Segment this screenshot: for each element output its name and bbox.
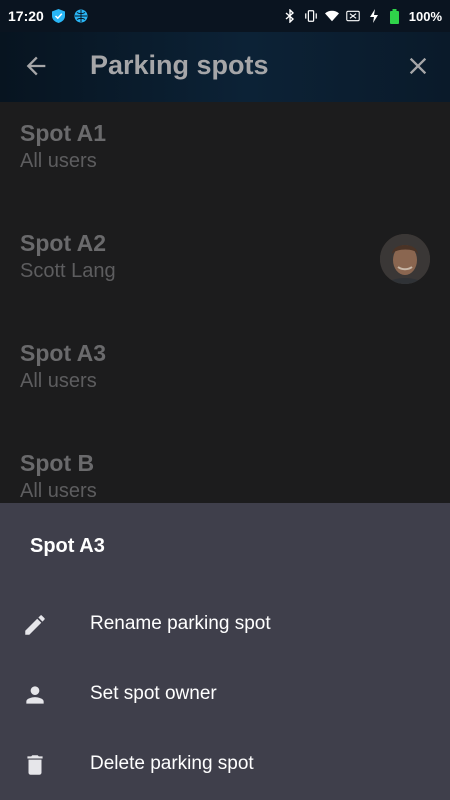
spot-list-item[interactable]: Spot A3 All users <box>0 322 450 432</box>
action-label: Delete parking spot <box>90 753 254 774</box>
action-label: Rename parking spot <box>90 613 271 634</box>
spot-list-item[interactable]: Spot A2 Scott Lang <box>0 212 450 322</box>
spot-owner: All users <box>20 150 97 172</box>
sim-icon <box>345 9 360 23</box>
owner-avatar <box>380 234 430 284</box>
spot-name: Spot A1 <box>20 120 107 146</box>
set-owner-action[interactable]: Set spot owner <box>0 660 450 730</box>
spot-owner: Scott Lang <box>20 260 116 282</box>
spot-name: Spot B <box>20 450 95 476</box>
spot-list-item[interactable]: Spot B All users <box>0 432 450 502</box>
status-time: 17:20 <box>8 8 44 24</box>
charging-icon <box>367 9 381 23</box>
close-icon[interactable] <box>404 52 432 80</box>
vpn-icon <box>74 9 88 23</box>
wifi-icon <box>324 9 339 23</box>
page-title: Parking spots <box>90 50 269 80</box>
spot-list: Spot A1 All users Spot A2 Scott Lang Spo… <box>0 102 450 502</box>
trash-icon <box>22 752 48 778</box>
spot-name: Spot A3 <box>20 340 107 366</box>
pencil-icon <box>22 612 48 638</box>
status-bar: 17:20 100% <box>0 0 450 32</box>
rename-spot-action[interactable]: Rename parking spot <box>0 590 450 660</box>
action-label: Set spot owner <box>90 683 217 704</box>
spot-name: Spot A2 <box>20 230 107 256</box>
vibrate-icon <box>304 9 318 23</box>
spot-owner: All users <box>20 370 97 392</box>
battery-icon <box>388 8 402 24</box>
sheet-title: Spot A3 <box>30 535 105 557</box>
bottom-sheet: Spot A3 Rename parking spot Set spot own… <box>0 503 450 800</box>
spot-owner: All users <box>20 480 97 502</box>
spot-list-item[interactable]: Spot A1 All users <box>0 102 450 212</box>
battery-percent: 100% <box>408 8 442 24</box>
shield-icon <box>52 9 66 23</box>
delete-spot-action[interactable]: Delete parking spot <box>0 730 450 800</box>
bluetooth-icon <box>283 9 297 23</box>
app-bar: Parking spots <box>0 32 450 102</box>
person-icon <box>22 682 48 708</box>
back-arrow-icon[interactable] <box>22 52 50 80</box>
